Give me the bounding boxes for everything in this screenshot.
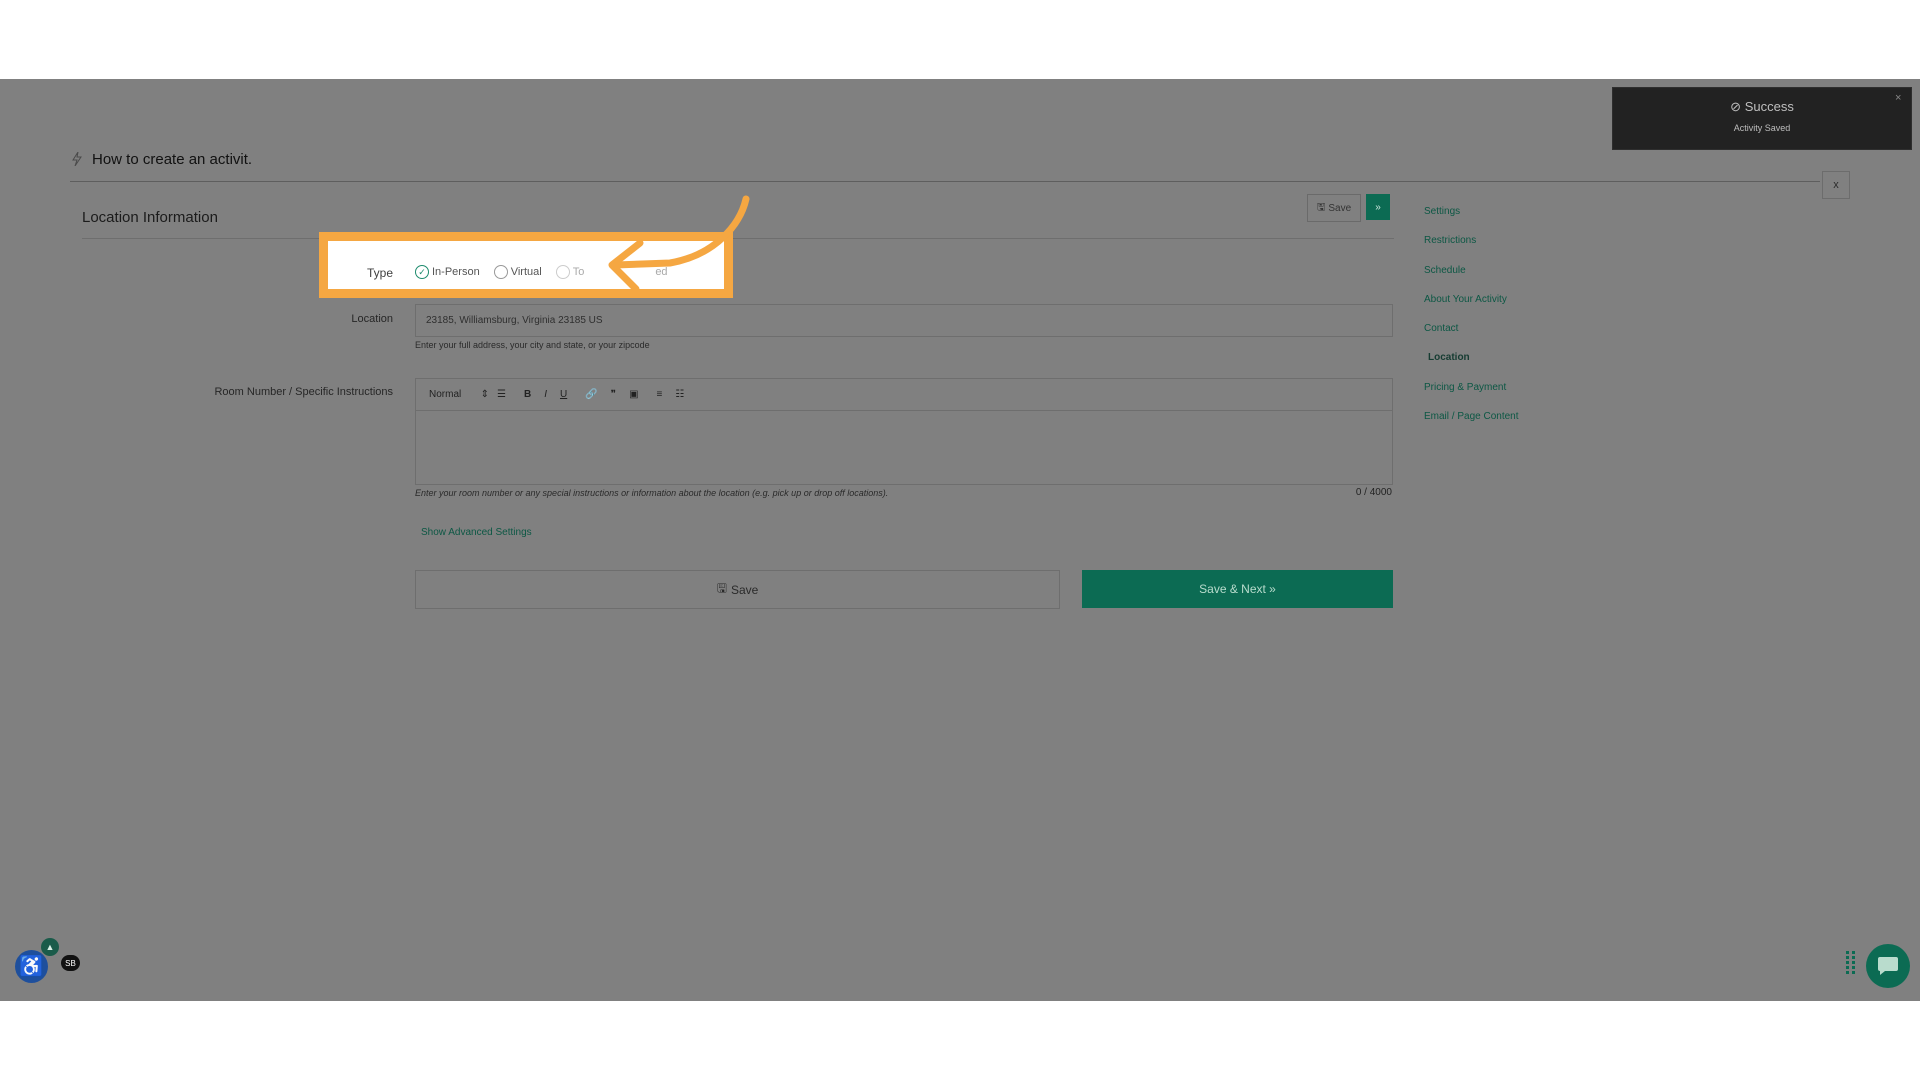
location-help-text: Enter your full address, your city and s… xyxy=(415,340,650,350)
page-overlay: How to create an activit. x Location Inf… xyxy=(0,79,1920,1001)
radio-virtual[interactable]: Virtual xyxy=(493,265,542,279)
sb-badge[interactable]: SB xyxy=(61,955,80,971)
success-toast: ⊘ Success Activity Saved × xyxy=(1612,87,1912,150)
location-input[interactable]: 23185, Williamsburg, Virginia 23185 US xyxy=(415,304,1393,337)
chat-icon xyxy=(1878,957,1898,975)
check-circle-icon: ⊘ xyxy=(1730,99,1742,114)
chat-button[interactable] xyxy=(1866,944,1910,988)
sidebar-item-schedule[interactable]: Schedule xyxy=(1424,265,1574,294)
room-help-text: Enter your room number or any special in… xyxy=(415,488,889,498)
radio-label: Virtual xyxy=(510,266,542,278)
save-next-button[interactable]: Save & Next » xyxy=(1082,570,1393,608)
sidebar-item-restrictions[interactable]: Restrictions xyxy=(1424,235,1574,264)
toast-title: Success xyxy=(1744,99,1794,114)
editor-toolbar: Normal ⇕ ☰ B I U 🔗 ❞ ▣ ≡ ☷ xyxy=(416,379,1392,411)
radio-circle-icon xyxy=(555,265,570,279)
character-counter: 0 / 4000 xyxy=(1355,487,1392,498)
quote-icon[interactable]: ❞ xyxy=(611,389,616,400)
header-next-button[interactable]: » xyxy=(1366,194,1390,220)
advanced-settings-link[interactable]: Show Advanced Settings xyxy=(421,527,532,538)
drag-handle-icon[interactable] xyxy=(1846,951,1856,975)
room-label: Room Number / Specific Instructions xyxy=(214,386,393,398)
format-value: Normal xyxy=(429,389,462,400)
radio-label: In-Person xyxy=(432,266,480,278)
section-nav: Settings Restrictions Schedule About You… xyxy=(1424,206,1574,440)
updown-icon: ⇕ xyxy=(480,389,489,400)
save-icon: 🖫 xyxy=(1316,201,1326,213)
save-icon: 🖫 xyxy=(716,581,727,595)
check-icon: ✓ xyxy=(415,265,429,279)
close-button[interactable]: x xyxy=(1822,171,1850,199)
radio-circle-icon xyxy=(493,265,508,279)
divider xyxy=(70,181,1820,182)
image-icon[interactable]: ▣ xyxy=(629,389,638,400)
ordered-list-icon[interactable]: ≡ xyxy=(657,389,663,400)
room-instructions-editor[interactable]: Normal ⇕ ☰ B I U 🔗 ❞ ▣ ≡ ☷ xyxy=(415,378,1393,485)
accessibility-icon[interactable]: ♿ xyxy=(15,950,48,983)
save-button-label: Save xyxy=(730,582,759,597)
toast-message: Activity Saved xyxy=(1733,123,1791,133)
sidebar-item-pricing[interactable]: Pricing & Payment xyxy=(1424,382,1574,411)
sidebar-item-about[interactable]: About Your Activity xyxy=(1424,294,1574,323)
radio-in-person[interactable]: ✓ In-Person xyxy=(415,265,480,279)
sidebar-item-settings[interactable]: Settings xyxy=(1424,206,1574,235)
save-button[interactable]: 🖫 Save xyxy=(415,570,1060,609)
navigation-icon[interactable]: ▲ xyxy=(41,938,59,956)
link-icon[interactable]: 🔗 xyxy=(585,389,597,400)
sidebar-item-location[interactable]: Location xyxy=(1424,352,1574,381)
page-header: How to create an activit. xyxy=(72,149,252,169)
bold-icon[interactable]: B xyxy=(524,389,531,400)
type-label: Type xyxy=(367,266,394,280)
toast-title-row: ⊘ Success xyxy=(1613,99,1911,115)
sidebar-item-email[interactable]: Email / Page Content xyxy=(1424,411,1574,440)
location-label: Location xyxy=(351,313,393,325)
italic-icon[interactable]: I xyxy=(544,389,547,400)
underline-icon[interactable]: U xyxy=(560,389,567,400)
arrow-pointer-icon xyxy=(608,195,750,293)
format-select[interactable]: Normal ⇕ xyxy=(429,389,489,400)
page-title: How to create an activit. xyxy=(92,150,253,168)
align-icon[interactable]: ☰ xyxy=(497,389,506,400)
bullet-list-icon[interactable]: ☷ xyxy=(675,389,684,400)
header-save-label: Save xyxy=(1328,202,1352,214)
bolt-icon xyxy=(72,152,82,166)
radio-label: To xyxy=(572,266,585,278)
sidebar-item-contact[interactable]: Contact xyxy=(1424,323,1574,352)
header-save-button[interactable]: 🖫 Save xyxy=(1307,194,1361,222)
toast-close-icon[interactable]: × xyxy=(1895,92,1901,104)
section-title: Location Information xyxy=(82,209,218,226)
